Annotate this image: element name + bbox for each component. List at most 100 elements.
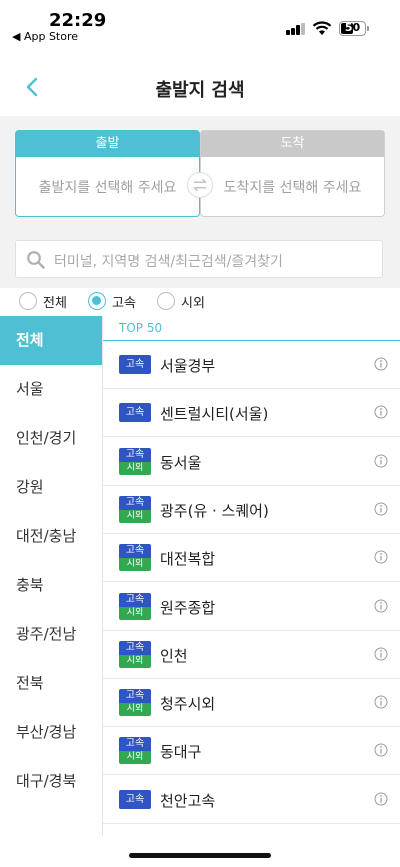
radio-express[interactable]: 고속: [88, 290, 136, 312]
terminal-row[interactable]: 고속 시외 청주시외: [103, 679, 400, 728]
terminal-row[interactable]: 고속 시외 동서울: [103, 438, 400, 486]
express-badge: 고속: [119, 737, 151, 752]
region-item-gangwon[interactable]: 강원: [0, 463, 102, 512]
info-icon[interactable]: [374, 454, 388, 468]
terminal-name: 천안고속: [160, 791, 216, 810]
terminal-row[interactable]: 고속 센트럴시티(서울): [103, 389, 400, 438]
info-icon[interactable]: [374, 792, 388, 806]
bus-type-filter: 전체 고속 시외: [0, 288, 400, 316]
terminal-row[interactable]: 고속 시외 원주종합: [103, 583, 400, 631]
departure-box[interactable]: 출발 출발지를 선택해 주세요: [15, 130, 200, 217]
radio-circle: [157, 292, 175, 310]
radio-all[interactable]: 전체: [19, 290, 67, 312]
terminal-name: 광주(유 · 스퀘어): [160, 501, 269, 520]
terminal-list: TOP 50 고속 서울경부 고속 센트럴시티(서울) 고속 시외 동서울 고속 시외 광주(유 …: [102, 316, 400, 836]
region-sidebar: 전체 서울 인천/경기 강원 대전/충남 충북 광주/전남 전북 부산/경남 대…: [0, 316, 102, 836]
info-icon[interactable]: [374, 695, 388, 709]
region-item-gwangju-jeonnam[interactable]: 광주/전남: [0, 610, 102, 659]
terminal-name: 대전복합: [160, 550, 216, 569]
cellular-signal-icon: [286, 22, 306, 35]
page-title: 출발지 검색: [155, 80, 245, 101]
departure-label: 출발: [16, 131, 199, 157]
express-badge: 고속: [119, 789, 151, 809]
list-header-label: TOP 50: [119, 321, 163, 335]
bus-type-badge: 고속 시외: [119, 737, 151, 765]
home-indicator: [129, 853, 271, 858]
info-icon[interactable]: [374, 550, 388, 564]
express-badge: 고속: [119, 355, 151, 374]
status-time: 22:29: [49, 10, 107, 31]
region-item-busan-gyeongnam[interactable]: 부산/경남: [0, 708, 102, 757]
bus-type-badge: 고속 시외: [119, 640, 151, 668]
region-item-jeonbuk[interactable]: 전북: [0, 659, 102, 708]
express-badge: 고속: [119, 403, 151, 423]
intercity-badge: 시외: [119, 751, 151, 765]
swap-icon[interactable]: [187, 172, 213, 198]
terminal-row[interactable]: 고속 시외 광주(유 · 스퀘어): [103, 486, 400, 534]
intercity-badge: 시외: [119, 461, 151, 475]
region-item-chungbuk[interactable]: 충북: [0, 561, 102, 610]
battery-icon: 50: [339, 21, 366, 36]
terminal-name: 동서울: [160, 453, 202, 472]
radio-circle: [88, 292, 106, 310]
terminal-row[interactable]: 고속 시외 대전복합: [103, 534, 400, 583]
radio-label: 시외: [181, 295, 205, 311]
arrival-placeholder: 도착지를 선택해 주세요: [223, 180, 362, 196]
region-item-all[interactable]: 전체: [0, 316, 102, 365]
express-badge: 고속: [119, 447, 151, 462]
region-item-seoul[interactable]: 서울: [0, 365, 102, 414]
bus-type-badge: 고속 시외: [119, 544, 151, 572]
express-badge: 고속: [119, 640, 151, 655]
terminal-name: 인천: [160, 646, 188, 665]
battery-level: 50: [344, 21, 361, 34]
arrival-box[interactable]: 도착 도착지를 선택해 주세요: [200, 130, 385, 217]
route-selector: 출발 출발지를 선택해 주세요 도착 도착지를 선택해 주세요: [0, 116, 400, 228]
terminal-row[interactable]: 고속 천안고속: [103, 776, 400, 824]
status-bar: 22:29 ◀ App Store 50: [0, 0, 400, 50]
info-icon[interactable]: [374, 599, 388, 613]
radio-label: 전체: [43, 295, 67, 311]
bus-type-badge: 고속 시외: [119, 592, 151, 620]
battery-cap: [367, 26, 369, 31]
bus-type-badge: 고속: [119, 789, 151, 809]
intercity-badge: 시외: [119, 509, 151, 523]
express-badge: 고속: [119, 592, 151, 607]
info-icon[interactable]: [374, 743, 388, 757]
terminal-name: 서울경부: [160, 357, 216, 375]
express-badge: 고속: [119, 689, 151, 704]
region-item-daejeon-chungnam[interactable]: 대전/충남: [0, 512, 102, 561]
search-icon: [27, 251, 45, 269]
nav-bar: 출발지 검색: [0, 62, 400, 114]
intercity-badge: 시외: [119, 654, 151, 668]
search-input[interactable]: 터미널, 지역명 검색/최근검색/즐겨찾기: [15, 240, 383, 278]
info-icon[interactable]: [374, 405, 388, 419]
intercity-badge: 시외: [119, 558, 151, 572]
express-badge: 고속: [119, 495, 151, 510]
terminal-row[interactable]: 고속 서울경부: [103, 341, 400, 389]
express-badge: 고속: [119, 544, 151, 559]
terminal-name: 동대구: [160, 743, 202, 762]
arrival-label: 도착: [201, 131, 384, 157]
radio-circle: [19, 292, 37, 310]
region-item-daegu-gyeongbuk[interactable]: 대구/경북: [0, 757, 102, 806]
info-icon[interactable]: [374, 647, 388, 661]
radio-label: 고속: [112, 295, 136, 311]
intercity-badge: 시외: [119, 606, 151, 620]
radio-intercity[interactable]: 시외: [157, 290, 205, 312]
info-icon[interactable]: [374, 357, 388, 371]
bus-type-badge: 고속 시외: [119, 495, 151, 523]
terminal-name: 청주시외: [160, 695, 216, 714]
departure-placeholder: 출발지를 선택해 주세요: [38, 180, 177, 196]
search-placeholder: 터미널, 지역명 검색/최근검색/즐겨찾기: [54, 254, 283, 270]
region-item-incheon-gyeonggi[interactable]: 인천/경기: [0, 414, 102, 463]
terminal-row[interactable]: 고속 시외 동대구: [103, 727, 400, 776]
info-icon[interactable]: [374, 502, 388, 516]
terminal-row[interactable]: 고속 시외 인천: [103, 631, 400, 679]
wifi-icon: [312, 21, 332, 35]
bus-type-badge: 고속 시외: [119, 447, 151, 475]
back-to-app-store-link[interactable]: ◀ App Store: [12, 30, 78, 43]
bus-type-badge: 고속 시외: [119, 689, 151, 717]
bus-type-badge: 고속: [119, 403, 151, 423]
terminal-name: 원주종합: [160, 598, 216, 617]
terminal-name: 센트럴시티(서울): [160, 405, 269, 424]
